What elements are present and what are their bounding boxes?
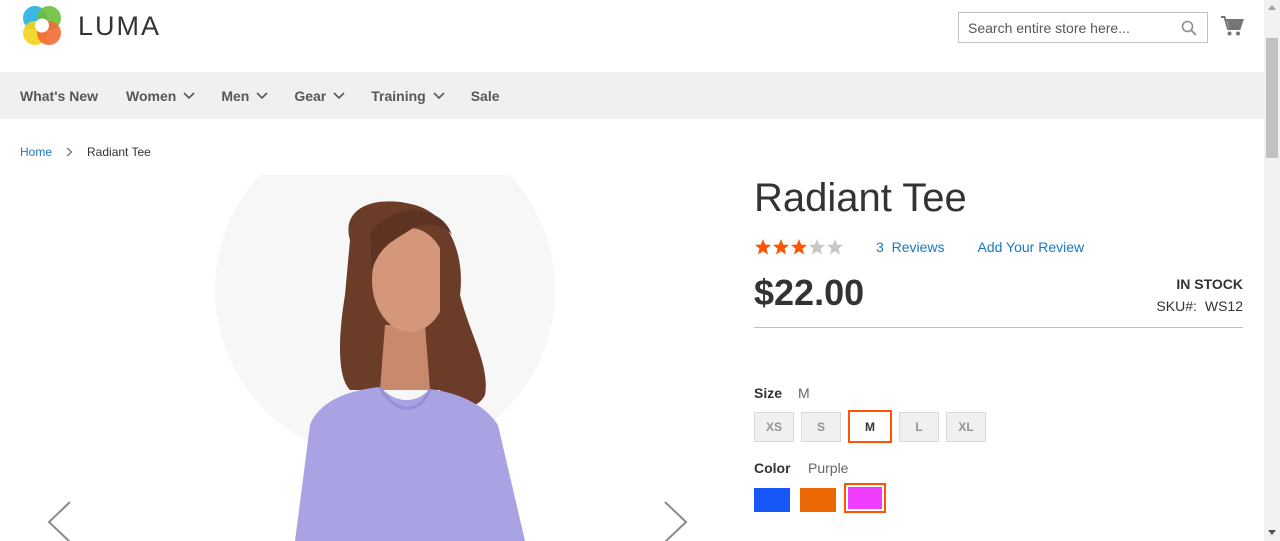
nav-item-women[interactable]: Women <box>126 72 195 119</box>
nav-item-label: Training <box>371 87 426 104</box>
scroll-thumb[interactable] <box>1266 38 1278 158</box>
product-title: Radiant Tee <box>754 176 967 220</box>
nav-item-gear[interactable]: Gear <box>294 72 345 119</box>
chevron-left-icon[interactable] <box>46 500 72 541</box>
logo[interactable]: LUMA <box>20 4 161 48</box>
product-image <box>20 175 710 541</box>
product-rating: 3 Reviews Add Your Review <box>754 238 1084 256</box>
chevron-down-icon <box>433 91 445 99</box>
size-option-s[interactable]: S <box>801 412 841 442</box>
breadcrumb-home-link[interactable]: Home <box>20 145 52 159</box>
nav-item-label: Sale <box>470 87 500 104</box>
star-filled-icon <box>755 239 771 255</box>
nav-item-men[interactable]: Men <box>221 72 268 119</box>
chevron-down-icon <box>256 91 268 99</box>
size-option-xs[interactable]: XS <box>754 412 794 442</box>
breadcrumb: Home Radiant Tee <box>20 145 151 159</box>
color-swatch-purple[interactable] <box>848 487 882 509</box>
size-option-xl[interactable]: XL <box>946 412 986 442</box>
color-swatch-blue[interactable] <box>754 488 790 512</box>
search-box <box>958 12 1208 43</box>
product-price: $22.00 <box>754 272 865 313</box>
nav-item-whats-new[interactable]: What's New <box>20 72 98 119</box>
sku-value: WS12 <box>1204 298 1243 314</box>
search-input[interactable] <box>959 13 1169 42</box>
color-selected-value: Purple <box>808 460 849 476</box>
page: LUMA What's New Women Men <box>0 0 1280 541</box>
rating-stars <box>754 238 844 256</box>
color-label: Color <box>754 460 791 476</box>
chevron-right-icon <box>66 147 73 157</box>
chevron-down-icon <box>183 91 195 99</box>
divider <box>754 327 1243 328</box>
star-filled-icon <box>773 239 789 255</box>
main-nav: What's New Women Men Gear Training Sale <box>0 72 1264 119</box>
header: LUMA <box>0 0 1264 72</box>
nav-item-sale[interactable]: Sale <box>471 72 500 119</box>
chevron-down-icon <box>333 91 345 99</box>
reviews-label: Reviews <box>891 239 945 255</box>
scroll-up-icon[interactable] <box>1268 4 1276 10</box>
product-sku: SKU#: WS12 <box>1156 298 1243 314</box>
color-options <box>754 483 886 513</box>
size-option-l[interactable]: L <box>899 412 939 442</box>
star-empty-icon <box>827 239 843 255</box>
size-label: Size <box>754 385 783 401</box>
nav-item-label: Women <box>126 87 177 104</box>
nav-item-training[interactable]: Training <box>371 72 445 119</box>
nav-item-label: Gear <box>294 87 327 104</box>
nav-item-label: Men <box>221 87 250 104</box>
stock-status: In stock <box>1176 276 1243 292</box>
scrollbar[interactable] <box>1264 0 1280 541</box>
color-swatch-orange[interactable] <box>800 488 836 512</box>
size-options: XS S M L XL <box>754 410 993 443</box>
logo-text: LUMA <box>78 10 162 41</box>
add-review-link[interactable]: Add Your Review <box>977 239 1084 255</box>
scroll-down-icon[interactable] <box>1268 530 1276 536</box>
logo-icon <box>23 6 61 45</box>
cart-icon[interactable] <box>1220 15 1244 37</box>
star-empty-icon <box>809 239 825 255</box>
star-filled-icon <box>791 239 807 255</box>
color-swatch-purple-wrapper <box>844 483 886 513</box>
sku-label: SKU#: <box>1156 298 1197 314</box>
breadcrumb-current: Radiant Tee <box>87 145 151 159</box>
size-selected-value: M <box>798 385 810 401</box>
nav-item-label: What's New <box>20 87 99 104</box>
search-icon[interactable] <box>1181 20 1197 36</box>
chevron-right-icon[interactable] <box>663 500 689 541</box>
product-photo <box>215 175 555 541</box>
reviews-count: 3 <box>876 239 884 255</box>
size-option-m[interactable]: M <box>848 410 892 443</box>
reviews-link[interactable]: 3 Reviews <box>876 239 944 255</box>
